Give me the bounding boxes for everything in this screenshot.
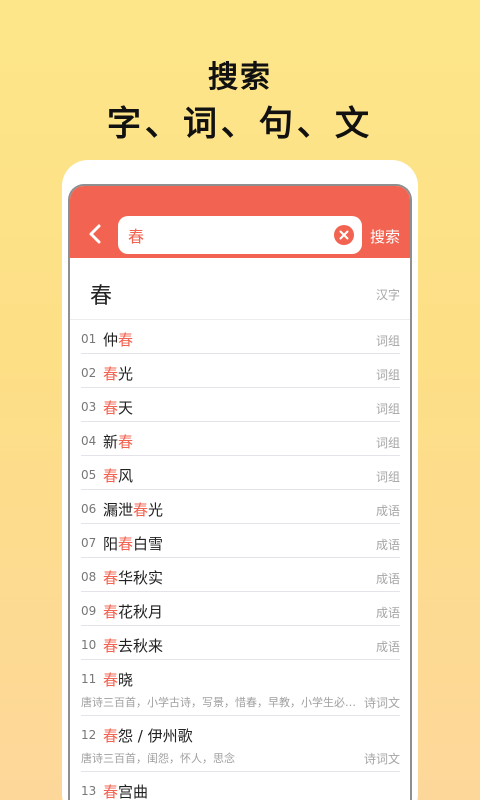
- result-categories: 唐诗三百首，小学古诗，写景，惜春，早教，小学生必…: [81, 696, 356, 709]
- result-list: 01 仲春 词组 02 春光 词组 03 春天 词组 04 新春 词组 05 春风 词组 06 漏泄春光 成语 07…: [70, 320, 410, 800]
- word-part: 仲: [103, 331, 119, 349]
- result-row[interactable]: 07 阳春白雪 成语: [70, 524, 410, 558]
- result-word: 春宫曲: [103, 781, 148, 800]
- chevron-left-icon: [89, 224, 101, 244]
- result-word: 春去秋来: [103, 635, 163, 656]
- highlighted-match: 春: [103, 783, 119, 800]
- search-input[interactable]: [128, 224, 328, 246]
- result-number: 08: [81, 570, 97, 584]
- word-part: 晓: [118, 671, 134, 689]
- character-type-tag: 汉字: [375, 288, 400, 302]
- word-part: 光: [148, 501, 164, 519]
- result-word: 春风: [103, 465, 133, 486]
- result-word: 春光: [103, 363, 133, 384]
- clear-button[interactable]: [334, 225, 354, 245]
- word-part: 风: [118, 467, 134, 485]
- result-row[interactable]: 02 春光 词组: [70, 354, 410, 388]
- result-type-tag: 成语: [375, 572, 400, 586]
- highlighted-match: 春: [103, 569, 119, 587]
- result-number: 06: [81, 502, 97, 516]
- character-result[interactable]: 春 汉字: [70, 258, 410, 320]
- result-type-tag: 成语: [375, 640, 400, 654]
- result-number: 13: [81, 784, 97, 798]
- result-row[interactable]: 08 春华秋实 成语: [70, 558, 410, 592]
- word-part: 华秋实: [118, 569, 164, 587]
- result-number: 07: [81, 536, 97, 550]
- result-row[interactable]: 11 春晓唐诗三百首，小学古诗，写景，惜春，早教，小学生必… 诗词文: [70, 660, 410, 716]
- result-word: 仲春: [103, 329, 133, 350]
- highlighted-match: 春: [118, 535, 134, 553]
- result-number: 12: [81, 728, 97, 742]
- search-button[interactable]: 搜索: [370, 226, 400, 247]
- result-type-tag: 成语: [375, 606, 400, 620]
- highlighted-match: 春: [118, 433, 134, 451]
- result-number: 09: [81, 604, 97, 618]
- result-word: 春华秋实: [103, 567, 163, 588]
- headline-top: 搜索: [208, 60, 272, 95]
- word-part: 怨 / 伊州歌: [118, 727, 193, 745]
- result-type-tag: 词组: [375, 368, 400, 382]
- search-box: [118, 216, 362, 254]
- result-number: 04: [81, 434, 97, 448]
- word-part: 阳: [103, 535, 119, 553]
- result-row[interactable]: 13 春宫曲: [70, 772, 410, 800]
- result-row[interactable]: 09 春花秋月 成语: [70, 592, 410, 626]
- result-word: 阳春白雪: [103, 533, 163, 554]
- result-type-tag: 成语: [375, 504, 400, 518]
- result-word: 春天: [103, 397, 133, 418]
- headline-bottom: 字、词、句、文: [107, 104, 373, 144]
- result-type-tag: 词组: [375, 436, 400, 450]
- result-type-tag: 诗词文: [363, 752, 400, 766]
- result-row[interactable]: 10 春去秋来 成语: [70, 626, 410, 660]
- highlighted-match: 春: [133, 501, 149, 519]
- result-word: 春花秋月: [103, 601, 163, 622]
- result-number: 05: [81, 468, 97, 482]
- result-row[interactable]: 03 春天 词组: [70, 388, 410, 422]
- word-part: 去秋来: [118, 637, 164, 655]
- clear-circle-icon: [339, 230, 349, 240]
- result-number: 02: [81, 366, 97, 380]
- highlighted-match: 春: [103, 467, 119, 485]
- result-word: 新春: [103, 431, 133, 452]
- result-number: 01: [81, 332, 97, 346]
- app-screen: 搜索 春 汉字 01仲春词组02春光词组03春天词组04新春词组05春风词组06…: [70, 186, 410, 800]
- result-word: 春怨 / 伊州歌: [103, 725, 193, 746]
- result-number: 10: [81, 638, 97, 652]
- result-word: 春晓: [103, 669, 133, 690]
- highlighted-match: 春: [103, 671, 119, 689]
- result-type-tag: 诗词文: [363, 696, 400, 710]
- back-button[interactable]: [84, 222, 108, 246]
- result-number: 03: [81, 400, 97, 414]
- result-row[interactable]: 06 漏泄春光 成语: [70, 490, 410, 524]
- highlighted-match: 春: [103, 637, 119, 655]
- word-part: 光: [118, 365, 134, 383]
- word-part: 宫曲: [118, 783, 149, 800]
- highlighted-match: 春: [103, 603, 119, 621]
- result-type-tag: 词组: [375, 402, 400, 416]
- word-part: 白雪: [133, 535, 164, 553]
- word-part: 新: [103, 433, 119, 451]
- word-part: 天: [118, 399, 134, 417]
- highlighted-match: 春: [103, 399, 119, 417]
- result-type-tag: 词组: [375, 470, 400, 484]
- result-row[interactable]: 01 仲春 词组: [70, 320, 410, 354]
- result-row[interactable]: 12 春怨 / 伊州歌唐诗三百首，闺怨，怀人，思念 诗词文: [70, 716, 410, 772]
- character-text: 春: [90, 284, 113, 309]
- result-type-tag: 词组: [375, 334, 400, 348]
- result-type-tag: 成语: [375, 538, 400, 552]
- search-toolbar: 搜索: [70, 186, 410, 258]
- highlighted-match: 春: [118, 331, 134, 349]
- result-word: 漏泄春光: [103, 499, 163, 520]
- result-number: 11: [81, 672, 97, 686]
- word-part: 漏泄: [103, 501, 134, 519]
- result-row[interactable]: 04 新春 词组: [70, 422, 410, 456]
- result-categories: 唐诗三百首，闺怨，怀人，思念: [81, 752, 235, 765]
- highlighted-match: 春: [103, 727, 119, 745]
- word-part: 花秋月: [118, 603, 164, 621]
- result-row[interactable]: 05 春风 词组: [70, 456, 410, 490]
- highlighted-match: 春: [103, 365, 119, 383]
